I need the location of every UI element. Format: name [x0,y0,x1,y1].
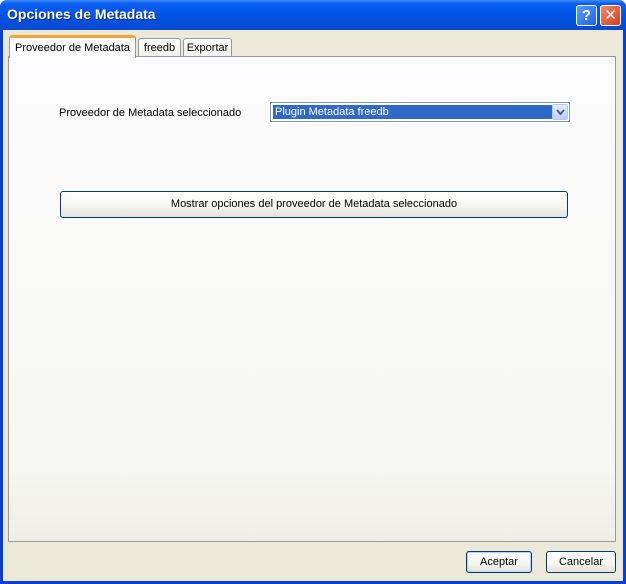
show-provider-options-button[interactable]: Mostrar opciones del proveedor de Metada… [60,191,568,218]
help-button[interactable]: ? [576,5,597,26]
close-icon: ✕ [604,7,617,24]
close-button[interactable]: ✕ [600,5,621,26]
tab-panel: Proveedor de Metadata seleccionado Plugi… [8,56,616,542]
cancel-button[interactable]: Cancelar [546,551,616,573]
provider-select-value: Plugin Metadata freedb [273,105,552,119]
tab-freedb[interactable]: freedb [138,38,181,57]
title-bar[interactable]: Opciones de Metadata ? ✕ [0,0,626,30]
provider-select[interactable]: Plugin Metadata freedb [270,102,570,122]
accept-button[interactable]: Aceptar [466,551,532,573]
dialog-client-area: Proveedor de Metadata freedb Exportar Pr… [3,30,623,581]
chevron-down-icon [556,109,565,116]
dropdown-button[interactable] [552,104,568,120]
window-title: Opciones de Metadata [7,6,156,22]
help-icon: ? [581,7,592,24]
provider-label: Proveedor de Metadata seleccionado [59,107,242,119]
tab-proveedor-de-metadata[interactable]: Proveedor de Metadata [9,35,136,58]
tab-exportar[interactable]: Exportar [183,38,232,57]
dialog-window: Opciones de Metadata ? ✕ Proveedor de Me… [0,0,626,584]
